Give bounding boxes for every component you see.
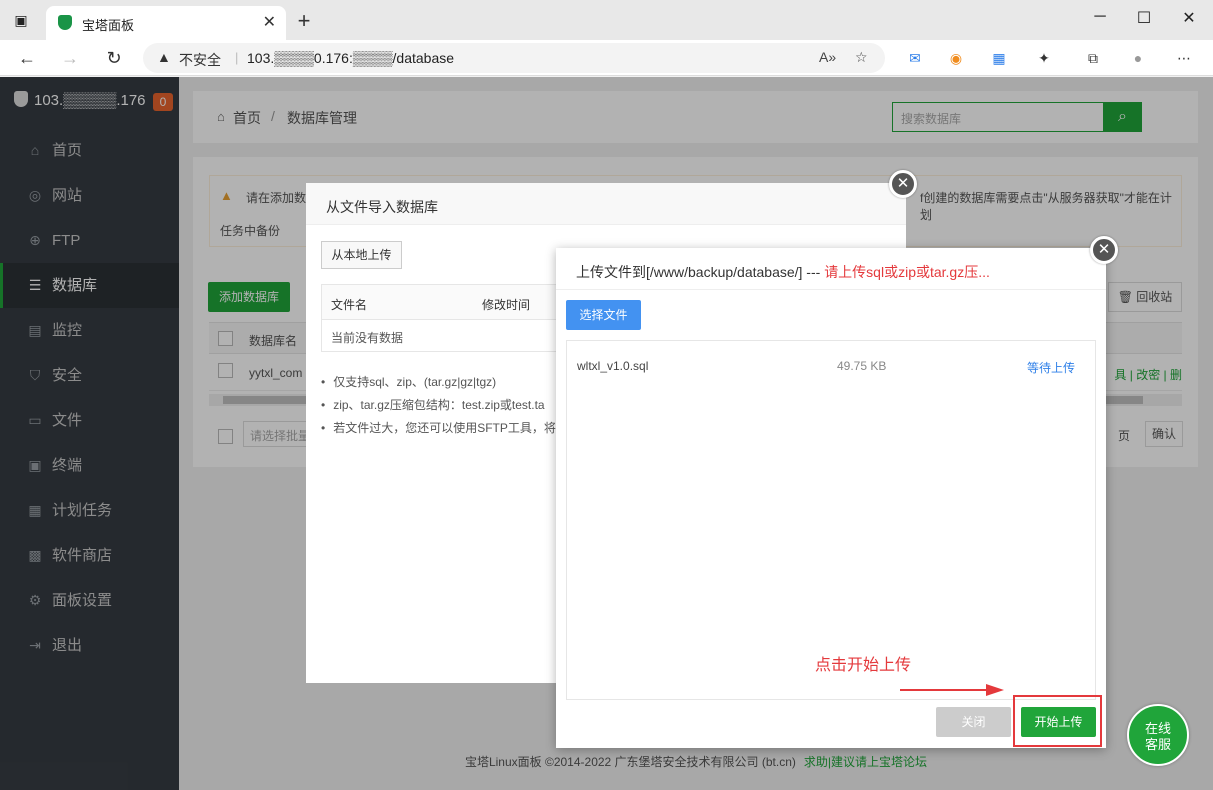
file-status: 等待上传 bbox=[1027, 361, 1076, 375]
browser-tab[interactable]: 宝塔面板 ✕ bbox=[46, 6, 286, 40]
address-toolbar: ← → ↻ ▲ 不安全 | 103.▒▒▒▒0.176:▒▒▒▒/databas… bbox=[0, 40, 1213, 76]
empty-text: 当前没有数据 bbox=[331, 331, 404, 345]
warning-icon: ▲ bbox=[157, 49, 171, 65]
hint-arrow-icon bbox=[900, 684, 1004, 696]
file-name: wltxl_v1.0.sql bbox=[577, 359, 649, 373]
upload-path-text: 上传文件到[/www/backup/database/] --- bbox=[576, 264, 825, 280]
tab-actions-icon[interactable]: ▣ bbox=[10, 10, 32, 30]
note-item: zip、tar.gz压缩包结构：test.zip或test.ta bbox=[321, 396, 556, 419]
back-icon[interactable]: ← bbox=[14, 45, 40, 71]
note-item: 仅支持sql、zip、(tar.gz|gz|tgz) bbox=[321, 373, 556, 396]
import-notes: 仅支持sql、zip、(tar.gz|gz|tgz) zip、tar.gz压缩包… bbox=[321, 373, 556, 442]
close-button[interactable]: 关闭 bbox=[936, 707, 1011, 737]
collections-icon[interactable]: ⧉ bbox=[1082, 48, 1104, 68]
minimize-icon[interactable]: ─ bbox=[1085, 8, 1115, 26]
choose-file-button[interactable]: 选择文件 bbox=[566, 300, 641, 330]
highlight-box bbox=[1013, 695, 1102, 747]
insecure-label: 不安全 bbox=[179, 52, 221, 68]
note-item: 若文件过大，您还可以使用SFTP工具，将 bbox=[321, 419, 556, 442]
extension-mail-icon[interactable]: ✉ bbox=[904, 48, 926, 68]
maximize-icon[interactable]: ☐ bbox=[1129, 8, 1159, 28]
local-upload-button[interactable]: 从本地上传 bbox=[321, 241, 402, 269]
upload-dialog-header: 上传文件到[/www/backup/database/] --- 请上传sql或… bbox=[556, 248, 1106, 290]
tab-title: 宝塔面板 bbox=[82, 18, 135, 33]
tab-close-icon[interactable]: ✕ bbox=[263, 12, 276, 32]
upload-file-list: wltxl_v1.0.sql 49.75 KB 等待上传 点击开始上传 bbox=[566, 340, 1096, 700]
url-text[interactable]: 103.▒▒▒▒0.176:▒▒▒▒/database bbox=[247, 50, 454, 66]
calendar-extension-icon[interactable]: ▦ bbox=[988, 48, 1010, 68]
support-label-2: 客服 bbox=[1144, 737, 1171, 752]
read-aloud-icon[interactable]: A» bbox=[819, 49, 836, 65]
upload-hint-annotation: 点击开始上传 bbox=[815, 657, 912, 674]
support-label-1: 在线 bbox=[1144, 721, 1171, 736]
bt-favicon-icon bbox=[58, 15, 72, 30]
upload-dialog-close-icon[interactable]: ✕ bbox=[1090, 236, 1118, 264]
extensions-icon[interactable]: ✦ bbox=[1033, 48, 1055, 68]
upload-format-warning: 请上传sql或zip或tar.gz压... bbox=[824, 264, 990, 280]
profile-avatar-icon[interactable]: ● bbox=[1127, 48, 1149, 68]
refresh-icon[interactable]: ↻ bbox=[101, 45, 127, 71]
address-bar[interactable]: ▲ 不安全 | 103.▒▒▒▒0.176:▒▒▒▒/database A» ☆ bbox=[143, 43, 885, 73]
col-filename: 文件名 bbox=[331, 298, 368, 312]
col-mtime: 修改时间 bbox=[482, 298, 531, 312]
file-size: 49.75 KB bbox=[837, 359, 887, 373]
import-dialog-close-icon[interactable]: ✕ bbox=[889, 170, 917, 198]
upload-dialog: 上传文件到[/www/backup/database/] --- 请上传sql或… bbox=[556, 248, 1106, 748]
more-menu-icon[interactable]: ⋯ bbox=[1173, 48, 1195, 68]
browser-tabbar: ▣ 宝塔面板 ✕ + ─ ☐ ✕ bbox=[0, 0, 1213, 40]
dialog-title: 从文件导入数据库 bbox=[306, 183, 906, 225]
favorite-add-icon[interactable]: ☆ bbox=[855, 49, 868, 66]
url-separator: | bbox=[235, 50, 239, 65]
online-support-button[interactable]: 在线 客服 bbox=[1127, 704, 1189, 766]
window-close-icon[interactable]: ✕ bbox=[1174, 8, 1204, 28]
forward-icon[interactable]: → bbox=[57, 45, 83, 71]
extension-app-icon[interactable]: ◉ bbox=[945, 48, 967, 68]
new-tab-icon[interactable]: + bbox=[292, 8, 316, 34]
upload-dialog-title: 上传文件到[/www/backup/database/] --- 请上传sql或… bbox=[576, 262, 990, 282]
